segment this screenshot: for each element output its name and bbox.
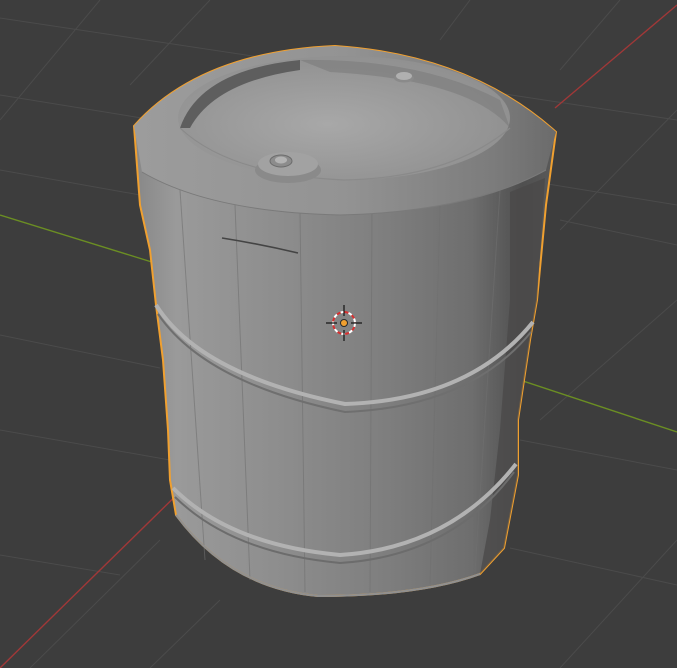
y-axis-line-far — [519, 379, 677, 433]
viewport-canvas[interactable] — [0, 0, 677, 668]
bung-cap — [255, 152, 321, 183]
lid-surface — [178, 56, 510, 180]
object-origin-dot — [340, 319, 348, 327]
3d-viewport[interactable] — [0, 0, 677, 668]
x-axis-line-far — [554, 4, 677, 109]
y-axis-line — [0, 214, 156, 264]
